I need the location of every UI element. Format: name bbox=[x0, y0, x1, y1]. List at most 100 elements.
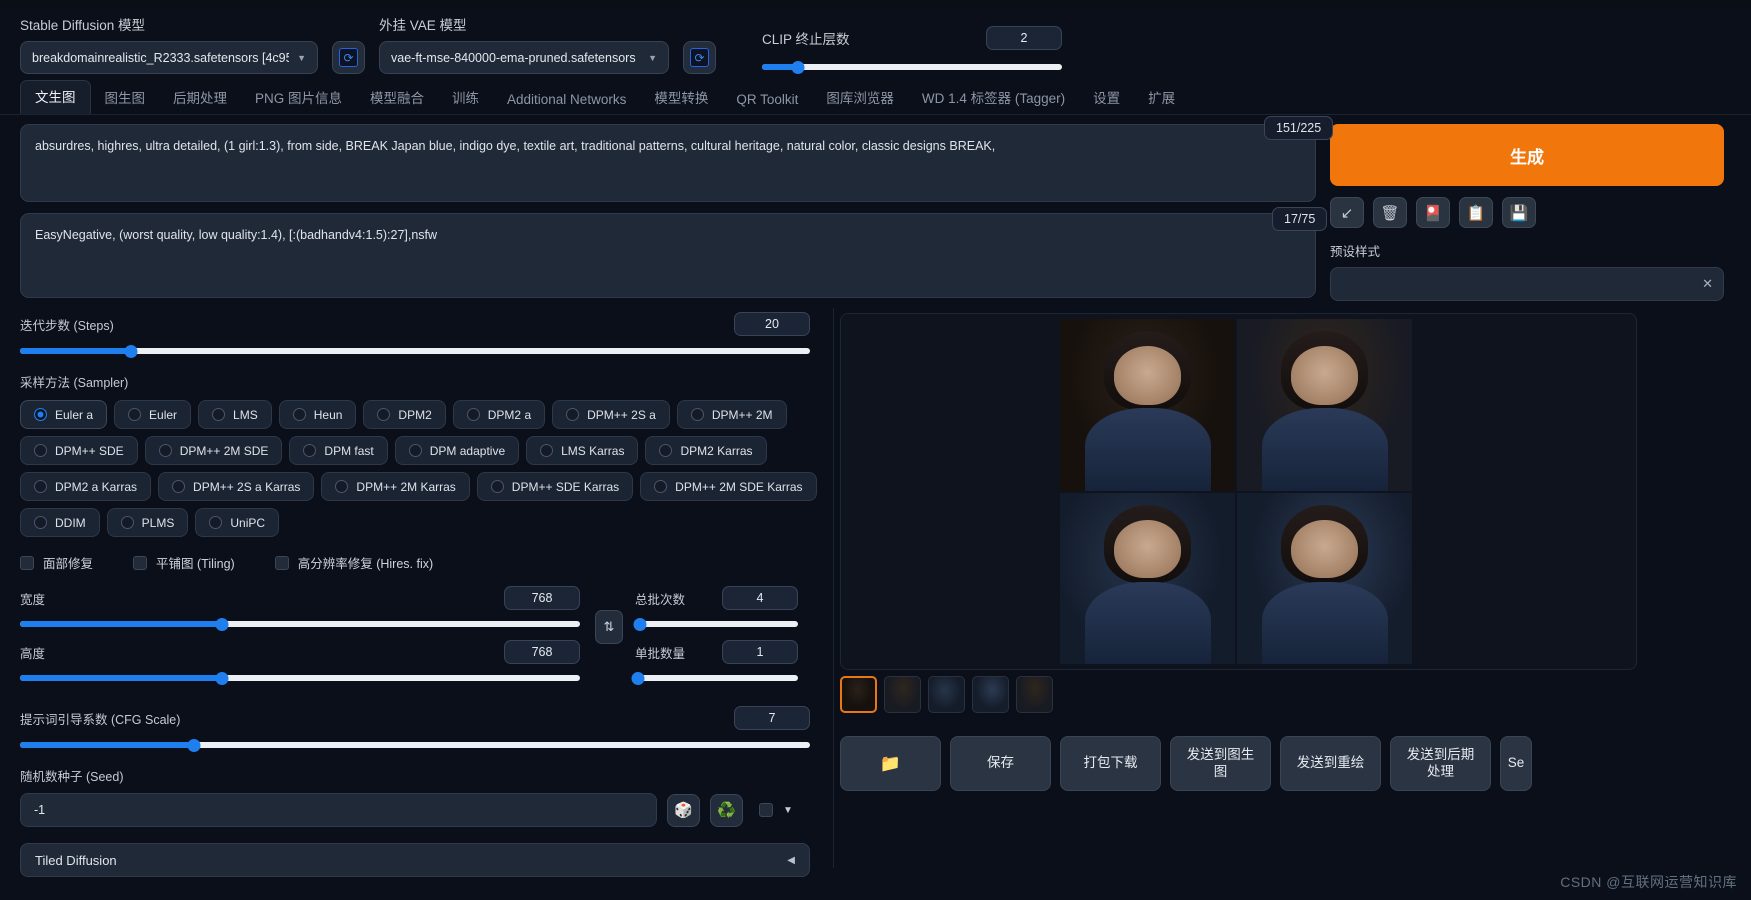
slider-knob[interactable] bbox=[124, 344, 138, 358]
seed-input[interactable]: -1 bbox=[20, 793, 657, 827]
sampler-dpm-fast[interactable]: DPM fast bbox=[289, 436, 388, 465]
clear-prompt-button[interactable]: 🗑 bbox=[1373, 197, 1407, 228]
batch-count-value[interactable]: 4 bbox=[722, 586, 798, 610]
slider-knob[interactable] bbox=[215, 671, 229, 685]
sampler-plms[interactable]: PLMS bbox=[106, 508, 189, 537]
sampler-euler-a[interactable]: Euler a bbox=[20, 400, 108, 429]
slider-knob[interactable] bbox=[631, 671, 645, 685]
tab-png-info[interactable]: PNG 图片信息 bbox=[241, 82, 356, 114]
vae-model-dropdown[interactable]: vae-ft-mse-840000-ema-pruned.safetensors… bbox=[379, 41, 669, 74]
refresh-vae-button[interactable]: ⟳ bbox=[683, 41, 716, 74]
sampler-dpm-adaptive[interactable]: DPM adaptive bbox=[394, 436, 520, 465]
sampler-dpm2-a[interactable]: DPM2 a bbox=[452, 400, 546, 429]
checkbox-restore-faces[interactable]: 面部修复 bbox=[20, 553, 93, 572]
image-detail bbox=[1261, 408, 1388, 491]
slider-knob[interactable] bbox=[633, 617, 647, 631]
send-to-extras-button[interactable]: 发送到后期处理 bbox=[1390, 736, 1491, 791]
thumbnail-1[interactable] bbox=[840, 676, 877, 713]
show-extra-networks-button[interactable]: 🎴 bbox=[1416, 197, 1450, 228]
tab-model-converter[interactable]: 模型转换 bbox=[640, 82, 722, 114]
sampler-dpmpp-sde[interactable]: DPM++ SDE bbox=[20, 436, 138, 465]
sampler-dpmpp-sde-karras[interactable]: DPM++ SDE Karras bbox=[476, 472, 634, 501]
thumbnail-3[interactable] bbox=[928, 676, 965, 713]
apply-style-button[interactable]: 📋 bbox=[1459, 197, 1493, 228]
tab-image-browser[interactable]: 图库浏览器 bbox=[812, 82, 908, 114]
sampler-dpmpp-2m-karras[interactable]: DPM++ 2M Karras bbox=[321, 472, 470, 501]
close-icon[interactable]: ✕ bbox=[1702, 276, 1713, 292]
send-to-img2img-button[interactable]: 发送到图生图 bbox=[1170, 736, 1271, 791]
batch-count-slider[interactable] bbox=[633, 617, 798, 631]
tab-txt2img[interactable]: 文生图 bbox=[20, 80, 91, 114]
generated-image-4[interactable] bbox=[1237, 492, 1412, 664]
height-slider[interactable] bbox=[20, 671, 580, 685]
tab-settings[interactable]: 设置 bbox=[1079, 82, 1134, 114]
batch-size-slider[interactable] bbox=[631, 671, 798, 685]
sampler-dpmpp-2m[interactable]: DPM++ 2M bbox=[676, 400, 787, 429]
sampler-dpm2-karras[interactable]: DPM2 Karras bbox=[645, 436, 767, 465]
sampler-dpm2[interactable]: DPM2 bbox=[363, 400, 446, 429]
sampler-dpmpp-2m-sde-karras[interactable]: DPM++ 2M SDE Karras bbox=[640, 472, 817, 501]
sampler-dpm2-a-karras[interactable]: DPM2 a Karras bbox=[20, 472, 152, 501]
sd-model-dropdown[interactable]: breakdomainrealistic_R2333.safetensors [… bbox=[20, 41, 318, 74]
sampler-unipc[interactable]: UniPC bbox=[195, 508, 280, 537]
slider-knob[interactable] bbox=[791, 60, 805, 74]
save-button[interactable]: 保存 bbox=[950, 736, 1051, 791]
cfg-scale-slider[interactable] bbox=[20, 738, 810, 752]
sampler-ddim[interactable]: DDIM bbox=[20, 508, 100, 537]
steps-slider[interactable] bbox=[20, 344, 810, 358]
slider-knob[interactable] bbox=[187, 738, 201, 752]
generated-image-3[interactable] bbox=[1060, 492, 1235, 664]
chevron-down-icon[interactable]: ▼ bbox=[783, 805, 793, 816]
sampler-lms-karras[interactable]: LMS Karras bbox=[526, 436, 639, 465]
zip-download-button[interactable]: 打包下载 bbox=[1060, 736, 1161, 791]
thumbnail-5[interactable] bbox=[1016, 676, 1053, 713]
slider-knob[interactable] bbox=[215, 617, 229, 631]
tab-tagger[interactable]: WD 1.4 标签器 (Tagger) bbox=[908, 82, 1079, 114]
clip-skip-slider[interactable] bbox=[762, 60, 1062, 74]
cfg-scale-value[interactable]: 7 bbox=[734, 706, 810, 730]
checkbox-tiling[interactable]: 平铺图 (Tiling) bbox=[133, 553, 235, 572]
tiled-diffusion-accordion[interactable]: Tiled Diffusion ◀ bbox=[20, 843, 810, 877]
negative-prompt-input[interactable]: EasyNegative, (worst quality, low qualit… bbox=[20, 213, 1316, 298]
tab-extensions[interactable]: 扩展 bbox=[1134, 82, 1189, 114]
save-style-button[interactable]: 💾 bbox=[1502, 197, 1536, 228]
sampler-euler[interactable]: Euler bbox=[114, 400, 192, 429]
generate-button[interactable]: 生成 bbox=[1330, 124, 1724, 186]
sampler-dpmpp-2s-a-karras[interactable]: DPM++ 2S a Karras bbox=[158, 472, 315, 501]
positive-prompt-input[interactable]: absurdres, highres, ultra detailed, (1 g… bbox=[20, 124, 1316, 202]
steps-value[interactable]: 20 bbox=[734, 312, 810, 336]
seed-randomize-button[interactable]: 🎲 bbox=[667, 793, 700, 827]
batch-size-label: 单批数量 bbox=[635, 646, 686, 661]
swap-dimensions-button[interactable]: ⇅ bbox=[595, 610, 623, 644]
sampler-dpmpp-2s-a[interactable]: DPM++ 2S a bbox=[552, 400, 670, 429]
batch-size-value[interactable]: 1 bbox=[722, 640, 798, 664]
thumbnail-4[interactable] bbox=[972, 676, 1009, 713]
tab-img2img[interactable]: 图生图 bbox=[91, 82, 160, 114]
height-value[interactable]: 768 bbox=[504, 640, 580, 664]
send-to-inpaint-button[interactable]: 发送到重绘 bbox=[1280, 736, 1381, 791]
styles-dropdown[interactable]: ✕ bbox=[1330, 267, 1724, 301]
tab-train[interactable]: 训练 bbox=[438, 82, 493, 114]
read-generation-params-button[interactable]: ↙ bbox=[1330, 197, 1364, 228]
send-more-button[interactable]: Se bbox=[1500, 736, 1532, 791]
sampler-lms[interactable]: LMS bbox=[198, 400, 272, 429]
width-slider[interactable] bbox=[20, 617, 580, 631]
tab-checkpoint-merger[interactable]: 模型融合 bbox=[356, 82, 438, 114]
checkbox-hires-fix[interactable]: 高分辨率修复 (Hires. fix) bbox=[274, 553, 433, 572]
sampler-heun[interactable]: Heun bbox=[278, 400, 357, 429]
tab-extras[interactable]: 后期处理 bbox=[159, 82, 241, 114]
image-detail bbox=[1114, 519, 1181, 579]
thumbnail-2[interactable] bbox=[884, 676, 921, 713]
tab-additional-networks[interactable]: Additional Networks bbox=[493, 87, 640, 114]
refresh-model-button[interactable]: ⟳ bbox=[332, 41, 365, 74]
clip-skip-value[interactable]: 2 bbox=[986, 26, 1062, 50]
generated-image-1[interactable] bbox=[1060, 319, 1235, 491]
width-value[interactable]: 768 bbox=[504, 586, 580, 610]
generated-image-2[interactable] bbox=[1237, 319, 1412, 491]
seed-reuse-button[interactable]: ♻️ bbox=[710, 793, 743, 827]
seed-row: -1 🎲 ♻️ ▼ bbox=[20, 793, 1316, 827]
sampler-dpmpp-2m-sde[interactable]: DPM++ 2M SDE bbox=[144, 436, 283, 465]
tab-qr-toolkit[interactable]: QR Toolkit bbox=[722, 87, 812, 114]
open-folder-button[interactable]: 📁 bbox=[840, 736, 941, 791]
seed-extra-checkbox[interactable] bbox=[759, 803, 773, 817]
